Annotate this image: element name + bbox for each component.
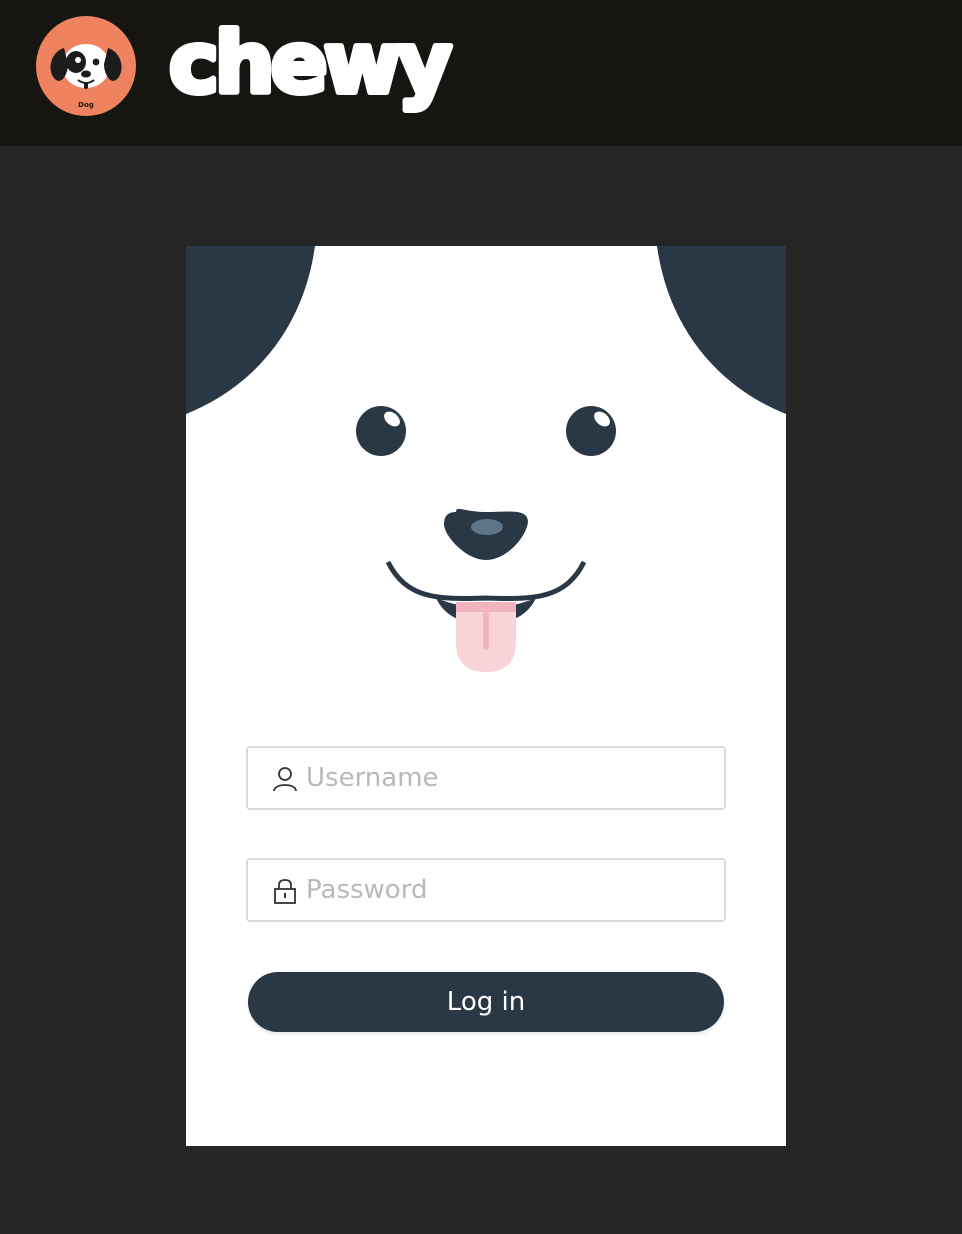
nose-shape: [444, 508, 528, 560]
puppy-face-illustration: [186, 246, 786, 686]
login-button[interactable]: Log in: [248, 972, 724, 1032]
top-bar: Dog chewy: [0, 0, 962, 146]
password-field[interactable]: [246, 858, 726, 922]
smile-line-shape: [385, 560, 587, 602]
left-ear-shape: [186, 246, 315, 414]
username-input[interactable]: [306, 748, 716, 808]
lock-icon: [274, 879, 296, 904]
tongue-shape: [456, 602, 516, 672]
brand-wordmark[interactable]: chewy: [165, 14, 475, 114]
right-ear-shape: [657, 246, 786, 414]
login-card: Log in: [186, 246, 786, 1146]
left-eye-shape: [356, 406, 406, 456]
username-field[interactable]: [246, 746, 726, 810]
brand-name: chewy: [169, 14, 451, 112]
password-input[interactable]: [306, 860, 716, 920]
logo-badge-label: Dog: [78, 101, 94, 109]
dog-logo-icon[interactable]: Dog: [36, 16, 136, 116]
right-eye-shape: [566, 406, 616, 456]
user-icon: [273, 767, 297, 792]
